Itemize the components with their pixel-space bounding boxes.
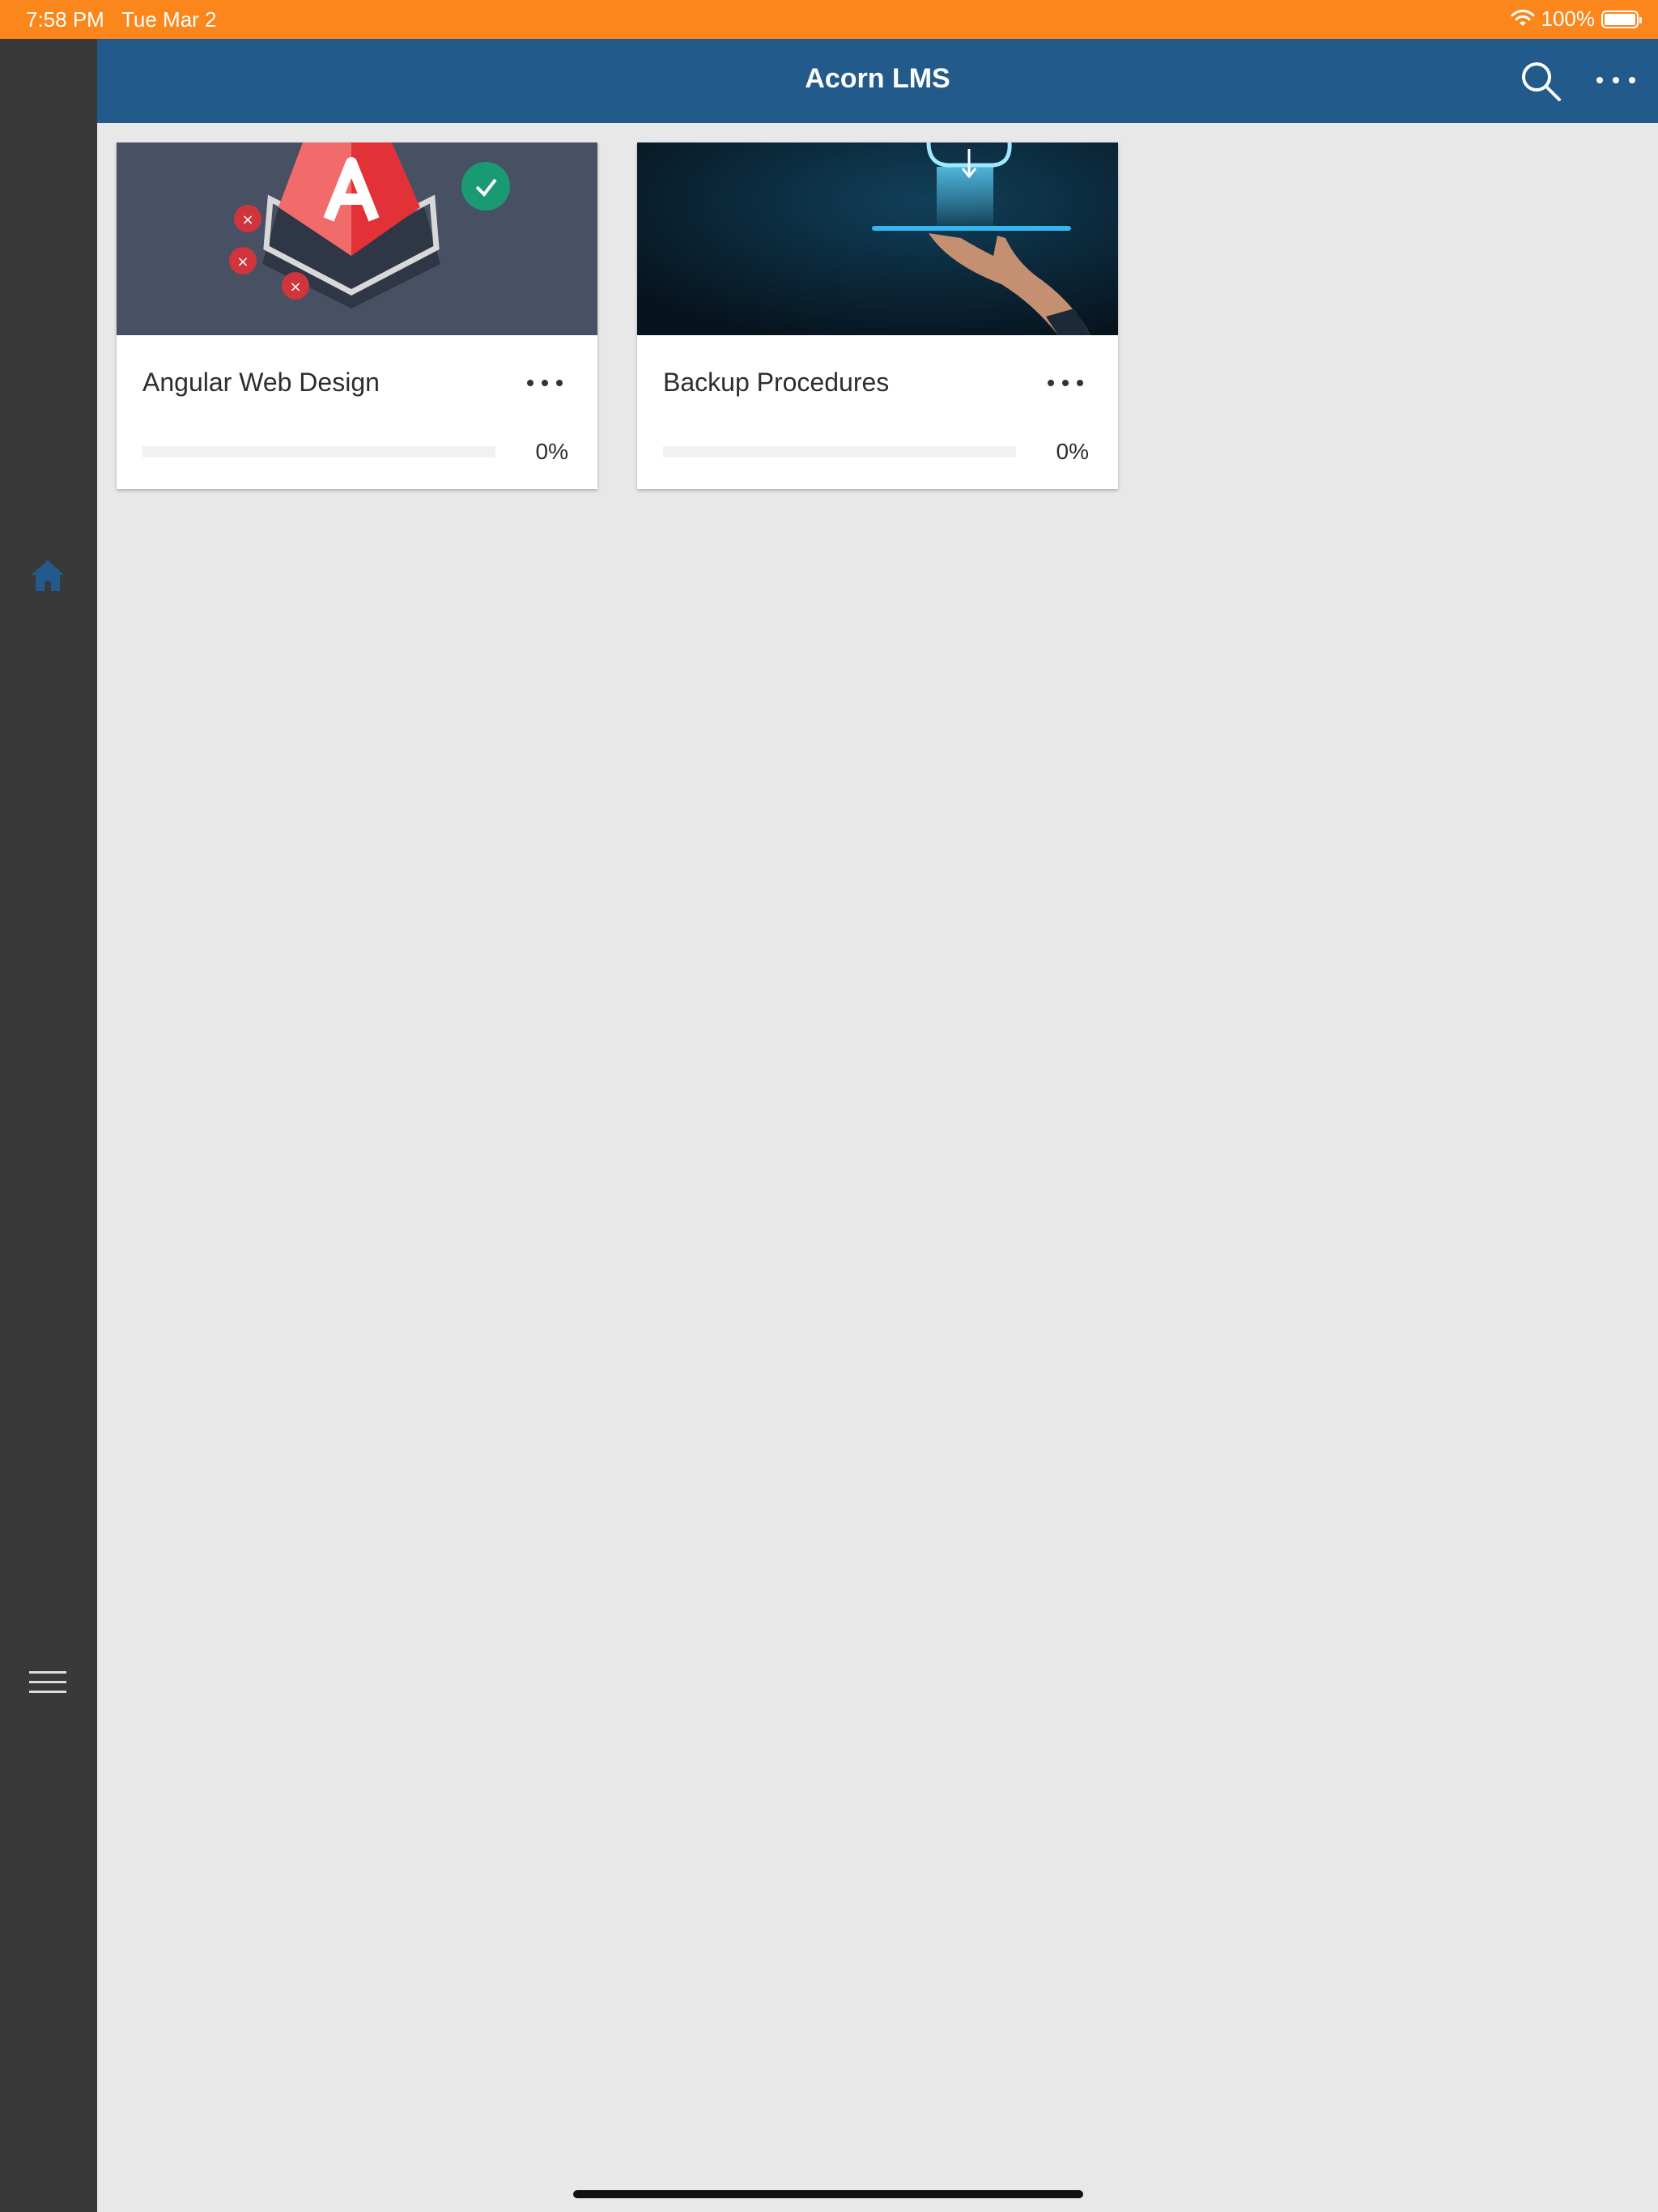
app-header: Acorn LMS — [97, 39, 1658, 123]
status-time: 7:58 PM — [26, 7, 104, 32]
status-right: 100% — [1511, 6, 1642, 32]
more-icon[interactable] — [1592, 68, 1640, 92]
course-thumbnail: × × × — [117, 143, 597, 335]
status-date: Tue Mar 2 — [121, 7, 217, 32]
course-progress-bar — [142, 446, 495, 457]
course-progress-bar — [663, 446, 1016, 457]
course-title[interactable]: Backup Procedures — [663, 368, 889, 398]
course-options-icon[interactable] — [1045, 371, 1086, 395]
app-title: Acorn LMS — [805, 63, 950, 94]
hamburger-menu-icon[interactable] — [29, 1666, 66, 1699]
course-progress-label: 0% — [1056, 439, 1089, 464]
wifi-icon — [1511, 9, 1534, 26]
course-card[interactable]: Backup Procedures 0% — [637, 143, 1118, 489]
course-progress-label: 0% — [535, 439, 568, 464]
course-options-icon[interactable] — [525, 371, 565, 395]
course-card[interactable]: × × × Angular Web Design 0% — [117, 143, 597, 489]
svg-text:×: × — [289, 279, 301, 296]
svg-text:×: × — [236, 253, 249, 270]
home-indicator[interactable] — [573, 2190, 1083, 2198]
sidebar — [0, 39, 97, 2212]
svg-text:×: × — [241, 211, 253, 228]
search-icon[interactable] — [1519, 59, 1562, 103]
home-icon[interactable] — [29, 557, 66, 594]
battery-percent: 100% — [1541, 6, 1596, 31]
battery-icon — [1601, 10, 1642, 28]
course-title[interactable]: Angular Web Design — [142, 368, 380, 398]
course-thumbnail — [637, 143, 1118, 335]
status-bar: 7:58 PM Tue Mar 2 100% — [0, 0, 1658, 39]
